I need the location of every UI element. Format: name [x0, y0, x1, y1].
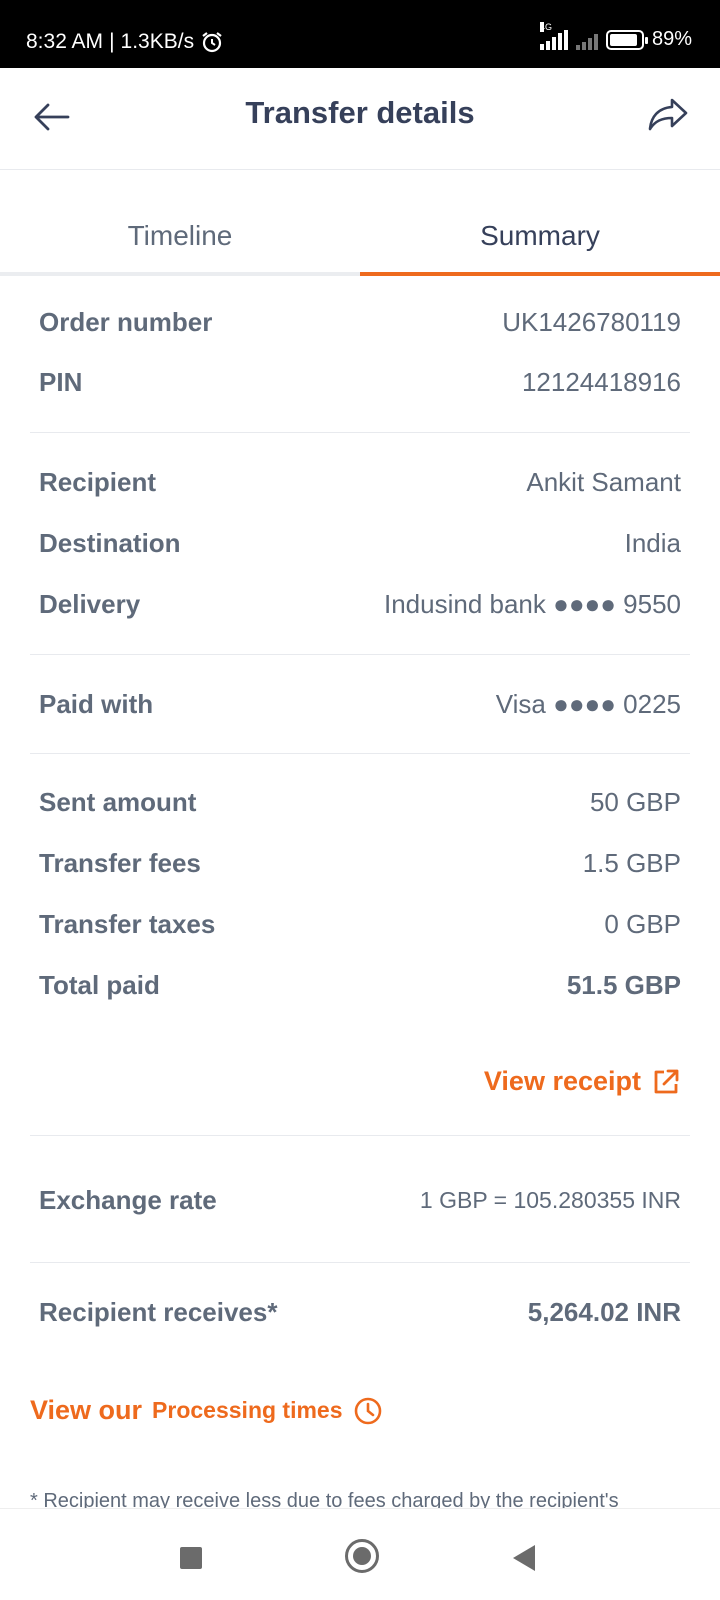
pin-value: 12124418916 — [521, 366, 681, 397]
status-left: 8:32 AM | 1.3KB/s — [26, 30, 224, 54]
divider — [30, 753, 690, 754]
status-speed: 1.3KB/s — [120, 30, 195, 53]
recipient-value: Ankit Samant — [526, 466, 681, 497]
total-paid-value: 51.5 GBP — [566, 969, 681, 1000]
pin-label: PIN — [39, 366, 83, 397]
paid-with-row: Paid with Visa ●●●● 0225 — [39, 684, 681, 724]
recipient-receives-label: Recipient receives* — [39, 1296, 278, 1327]
transfer-taxes-value: 0 GBP — [604, 908, 681, 939]
recipient-row: Recipient Ankit Samant — [39, 462, 681, 502]
total-paid-label: Total paid — [39, 969, 160, 1000]
back-nav-icon[interactable] — [513, 1545, 535, 1571]
recipient-receives-value: 5,264.02 INR — [527, 1296, 681, 1327]
processing-prefix: View our — [30, 1395, 143, 1425]
recipient-label: Recipient — [39, 466, 157, 497]
exchange-rate-label: Exchange rate — [39, 1184, 217, 1215]
tab-timeline[interactable]: Timeline — [0, 170, 360, 272]
exchange-rate-value: 1 GBP = 105.280355 INR — [419, 1186, 681, 1213]
delivery-row: Delivery Indusind bank ●●●● 9550 — [39, 584, 681, 624]
battery-icon — [605, 29, 648, 50]
network-type: 4G — [539, 21, 552, 32]
status-right: 4G 89% — [539, 21, 692, 51]
view-receipt-label: View receipt — [483, 1066, 641, 1096]
tab-bar: Timeline Summary — [0, 170, 720, 276]
pin-row: PIN 12124418916 — [39, 362, 681, 402]
order-number-label: Order number — [39, 306, 213, 337]
total-paid-row: Total paid 51.5 GBP — [39, 965, 681, 1005]
alarm-icon — [202, 32, 222, 53]
status-bar: 8:32 AM | 1.3KB/s 4G 89% — [0, 0, 720, 68]
page-title: Transfer details — [245, 95, 475, 130]
destination-row: Destination India — [39, 523, 681, 563]
transfer-taxes-label: Transfer taxes — [39, 908, 216, 939]
signal-icon: 4G — [539, 21, 568, 50]
divider — [30, 1262, 690, 1263]
transfer-taxes-row: Transfer taxes 0 GBP — [39, 904, 681, 944]
tab-summary[interactable]: Summary — [360, 170, 720, 276]
transfer-fees-value: 1.5 GBP — [582, 847, 681, 878]
destination-value: India — [624, 527, 681, 558]
destination-label: Destination — [39, 527, 181, 558]
delivery-value: Indusind bank ●●●● 9550 — [383, 588, 681, 619]
external-link-icon — [654, 1069, 679, 1093]
signal-no-service-icon — [575, 30, 598, 50]
battery-fill — [609, 33, 637, 46]
system-nav-bar — [0, 1508, 720, 1600]
processing-times-link[interactable]: View our Processing times — [30, 1395, 383, 1426]
divider — [30, 432, 690, 433]
battery-percent: 89% — [651, 28, 692, 50]
order-number-value: UK1426780119 — [502, 306, 681, 337]
processing-times-label: Processing times — [152, 1397, 343, 1423]
recipient-receives-row: Recipient receives* 5,264.02 INR — [39, 1292, 681, 1332]
order-number-row: Order number UK1426780119 — [39, 302, 681, 342]
share-icon[interactable] — [646, 92, 692, 138]
sent-amount-label: Sent amount — [39, 786, 197, 817]
paid-with-label: Paid with — [39, 688, 154, 719]
transfer-fees-row: Transfer fees 1.5 GBP — [39, 843, 681, 883]
app-header: Transfer details — [0, 68, 720, 170]
transfer-fees-label: Transfer fees — [39, 847, 201, 878]
status-time: 8:32 AM — [26, 30, 104, 53]
divider — [30, 654, 690, 655]
divider — [30, 1135, 690, 1136]
home-icon[interactable] — [345, 1539, 379, 1573]
exchange-rate-row: Exchange rate 1 GBP = 105.280355 INR — [39, 1180, 681, 1220]
sent-amount-row: Sent amount 50 GBP — [39, 782, 681, 822]
paid-with-value: Visa ●●●● 0225 — [495, 688, 681, 719]
recents-icon[interactable] — [180, 1547, 202, 1569]
view-receipt-link[interactable]: View receipt — [484, 1066, 681, 1097]
delivery-label: Delivery — [39, 588, 141, 619]
clock-icon — [354, 1397, 381, 1424]
sent-amount-value: 50 GBP — [589, 786, 681, 817]
